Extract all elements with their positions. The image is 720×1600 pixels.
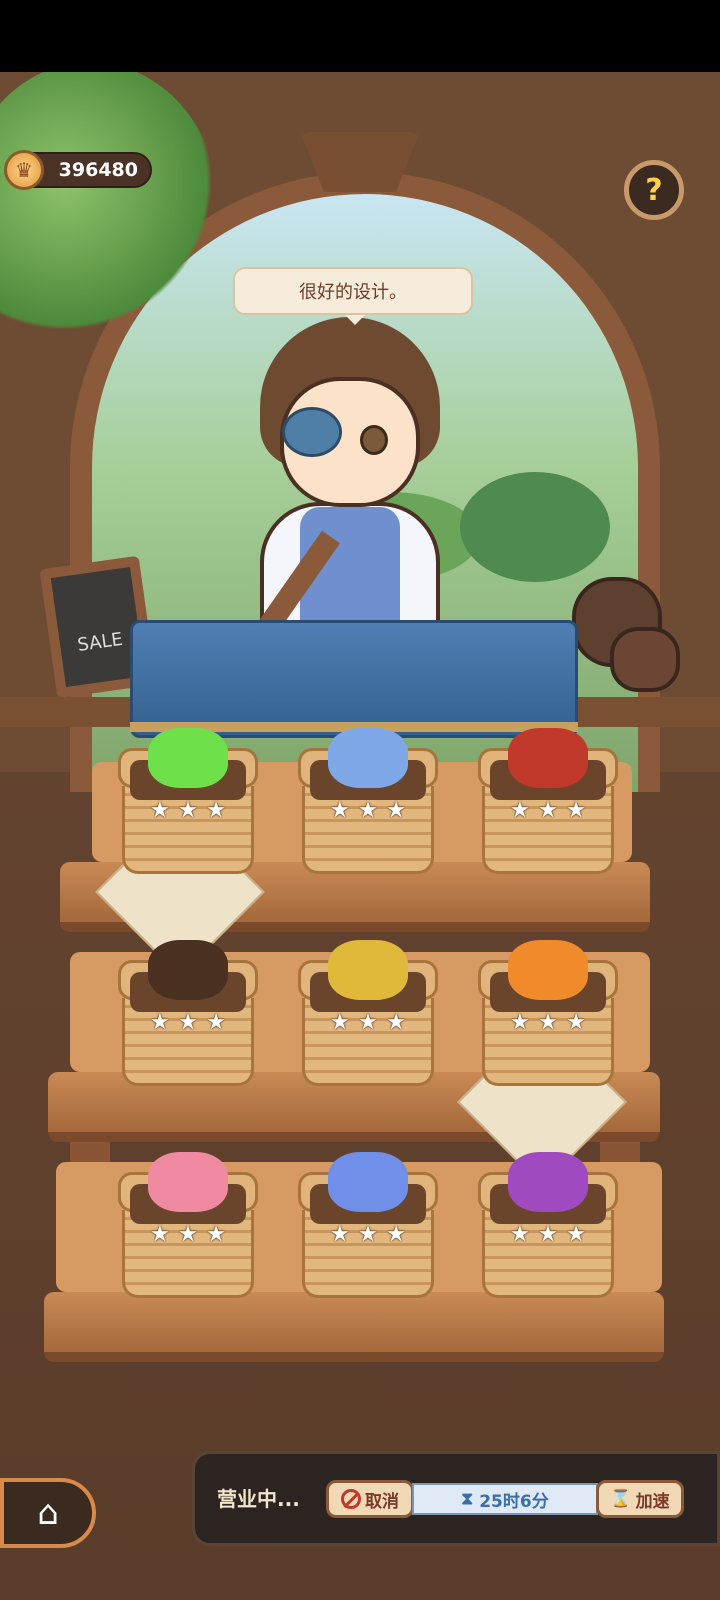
speed-up-button[interactable]: ⌛ 加速 <box>596 1480 684 1518</box>
star-icon: ★ <box>330 1222 350 1247</box>
shop-status-text: 营业中... <box>217 1487 300 1511</box>
purple-lantern-icon <box>508 1152 588 1212</box>
star-icon: ★ <box>178 798 198 823</box>
bush <box>460 472 610 582</box>
eyepatch <box>282 407 342 457</box>
star-icon: ★ <box>330 1010 350 1035</box>
star-icon: ★ <box>206 1010 226 1035</box>
shelf-basket[interactable]: ★ ★ ★ <box>118 1152 258 1302</box>
star-icon: ★ <box>358 1222 378 1247</box>
timer-text: 25时6分 <box>479 1491 549 1512</box>
star-icon: ★ <box>358 1010 378 1035</box>
green-moss-icon <box>148 728 228 788</box>
star-icon: ★ <box>178 1010 198 1035</box>
star-icon: ★ <box>510 798 530 823</box>
star-icon: ★ <box>358 798 378 823</box>
hourglass-icon: ⧗ <box>461 1489 474 1509</box>
orange-gems-icon <box>508 940 588 1000</box>
shelf-basket[interactable]: ★ ★ ★ <box>118 728 258 878</box>
wooden-wand-icon <box>148 940 228 1000</box>
home-button[interactable]: ⌂ <box>0 1478 96 1548</box>
star-icon: ★ <box>178 1222 198 1247</box>
star-rating: ★ ★ ★ <box>330 1222 406 1247</box>
star-rating: ★ ★ ★ <box>150 1010 226 1035</box>
red-bow-icon <box>508 728 588 788</box>
star-rating: ★ ★ ★ <box>510 1010 586 1035</box>
prohibit-icon <box>341 1489 361 1509</box>
blue-candle-icon <box>328 728 408 788</box>
star-icon: ★ <box>386 1010 406 1035</box>
star-icon: ★ <box>566 798 586 823</box>
star-icon: ★ <box>538 1222 558 1247</box>
character-eye <box>360 425 388 455</box>
shelf-basket[interactable]: ★ ★ ★ <box>478 940 618 1090</box>
timer-display: ⧗ 25时6分 <box>412 1483 598 1515</box>
question-icon: ? <box>645 172 663 208</box>
blue-flower-icon <box>328 1152 408 1212</box>
star-rating: ★ ★ ★ <box>510 798 586 823</box>
clay-pot <box>610 627 680 692</box>
star-rating: ★ ★ ★ <box>510 1222 586 1247</box>
shelf-basket[interactable]: ★ ★ ★ <box>298 940 438 1090</box>
star-icon: ★ <box>566 1222 586 1247</box>
pink-worm-icon <box>148 1152 228 1212</box>
hourglass-icon: ⌛ <box>610 1489 632 1509</box>
coin-amount: 396480 <box>58 159 138 181</box>
star-icon: ★ <box>510 1010 530 1035</box>
blue-counter <box>130 620 578 738</box>
shelf-3 <box>44 1292 664 1362</box>
shelf-basket[interactable]: ★ ★ ★ <box>478 1152 618 1302</box>
coin-icon: ♛ <box>4 150 44 190</box>
star-icon: ★ <box>206 1222 226 1247</box>
help-button[interactable]: ? <box>624 160 684 220</box>
star-icon: ★ <box>566 1010 586 1035</box>
speech-text: 很好的设计。 <box>299 282 407 303</box>
star-rating: ★ ★ ★ <box>330 1010 406 1035</box>
cancel-button[interactable]: 取消 <box>326 1480 414 1518</box>
star-rating: ★ ★ ★ <box>330 798 406 823</box>
star-icon: ★ <box>510 1222 530 1247</box>
shelf-basket[interactable]: ★ ★ ★ <box>118 940 258 1090</box>
star-icon: ★ <box>150 798 170 823</box>
sale-sign-text: SALE <box>76 628 125 656</box>
speech-bubble: 很好的设计。 <box>233 267 473 325</box>
shelf-basket[interactable]: ★ ★ ★ <box>298 728 438 878</box>
star-rating: ★ ★ ★ <box>150 1222 226 1247</box>
star-icon: ★ <box>150 1222 170 1247</box>
star-icon: ★ <box>386 1222 406 1247</box>
star-icon: ★ <box>386 798 406 823</box>
star-icon: ★ <box>206 798 226 823</box>
star-icon: ★ <box>538 798 558 823</box>
speed-up-label: 加速 <box>635 1491 670 1512</box>
shelf-basket[interactable]: ★ ★ ★ <box>298 1152 438 1302</box>
shop-scene: 很好的设计。 SALE ♛ 396480 ? ★ ★ ★ ★ ★ ★ ★ ★ ★ ★ ★ ★ ★ ★ ★ ★ ★… <box>0 72 720 1600</box>
cancel-label: 取消 <box>365 1491 399 1512</box>
star-icon: ★ <box>150 1010 170 1035</box>
home-icon: ⌂ <box>37 1493 59 1533</box>
star-rating: ★ ★ ★ <box>150 798 226 823</box>
gold-sack-icon <box>328 940 408 1000</box>
status-bar <box>0 0 720 72</box>
star-icon: ★ <box>538 1010 558 1035</box>
shelf-basket[interactable]: ★ ★ ★ <box>478 728 618 878</box>
star-icon: ★ <box>330 798 350 823</box>
